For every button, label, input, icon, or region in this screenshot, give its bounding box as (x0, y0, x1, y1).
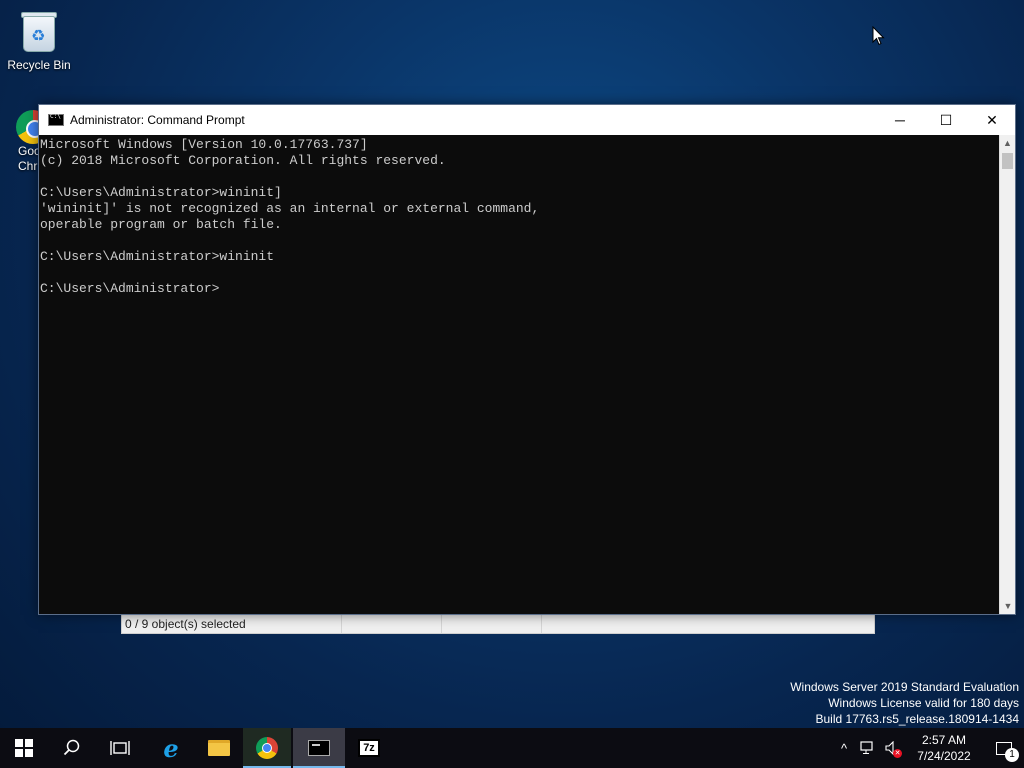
windows-watermark: Windows Server 2019 Standard Evaluation … (790, 679, 1019, 727)
cmd-titlebar[interactable]: Administrator: Command Prompt ─ ☐ ✕ (39, 105, 1015, 135)
folder-icon (208, 740, 230, 756)
network-icon[interactable] (856, 728, 880, 768)
task-view-icon (110, 741, 130, 755)
cmd-app-icon[interactable] (48, 113, 64, 126)
scroll-up-arrow-icon[interactable]: ▲ (1000, 135, 1015, 151)
console-line: C:\Users\Administrator>wininit] (40, 185, 282, 200)
action-center-button[interactable]: 1 (984, 728, 1024, 768)
windows-logo-icon (15, 739, 33, 757)
chrome-icon (16, 110, 40, 144)
clock-date: 7/24/2022 (917, 749, 971, 763)
console-line: C:\Users\Administrator> (40, 281, 220, 296)
console-output[interactable]: Microsoft Windows [Version 10.0.17763.73… (39, 135, 999, 614)
console-line: C:\Users\Administrator>wininit (40, 249, 275, 264)
recycle-bin-desktop-icon[interactable]: ♻ Recycle Bin (1, 8, 77, 72)
show-hidden-icons-chevron-icon[interactable]: ^ (832, 728, 856, 768)
ie-icon: e (163, 733, 179, 763)
start-button[interactable] (0, 728, 48, 768)
search-icon (63, 739, 80, 756)
console-line: Microsoft Windows [Version 10.0.17763.73… (40, 137, 368, 152)
close-button[interactable]: ✕ (969, 105, 1015, 135)
chrome-icon (256, 737, 278, 759)
cmd-window-title: Administrator: Command Prompt (70, 113, 245, 127)
cmd-window[interactable]: Administrator: Command Prompt ─ ☐ ✕ Micr… (38, 104, 1016, 615)
recycle-bin-icon: ♻ (19, 8, 59, 54)
chrome-shortcut-label-1: Goo (18, 144, 40, 158)
explorer-status-bar: 0 / 9 object(s) selected (121, 614, 875, 634)
task-view-button[interactable] (96, 728, 144, 768)
system-tray: ^ ✕ 2:57 AM 7/24/2022 1 (832, 728, 1024, 768)
watermark-edition: Windows Server 2019 Standard Evaluation (790, 680, 1019, 694)
recycle-bin-label: Recycle Bin (7, 58, 71, 72)
taskbar-file-explorer[interactable] (195, 728, 243, 768)
minimize-button[interactable]: ─ (877, 105, 923, 135)
clock-time: 2:57 AM (921, 733, 967, 747)
watermark-build: Build 17763.rs5_release.180914-1434 (815, 712, 1020, 726)
scroll-down-arrow-icon[interactable]: ▼ (1000, 598, 1016, 614)
scrollbar-thumb[interactable] (1002, 153, 1013, 169)
console-scrollbar[interactable]: ▲ ▼ (999, 135, 1015, 614)
watermark-license: Windows License valid for 180 days (828, 696, 1019, 710)
console-line: (c) 2018 Microsoft Corporation. All righ… (40, 153, 446, 168)
selection-count: 0 / 9 object(s) selected (122, 615, 342, 633)
taskbar-7zip[interactable]: 7z (345, 728, 393, 768)
cmd-icon (308, 740, 330, 756)
notification-count-badge: 1 (1005, 748, 1019, 762)
taskbar-clock[interactable]: 2:57 AM 7/24/2022 (904, 732, 984, 764)
search-button[interactable] (48, 728, 96, 768)
taskbar-internet-explorer[interactable]: e (147, 728, 195, 768)
taskbar-command-prompt[interactable] (293, 728, 345, 768)
chrome-desktop-shortcut[interactable]: Goo Chr (0, 110, 40, 174)
taskbar: e 7z ^ ✕ 2:57 AM 7/24/2022 1 (0, 728, 1024, 768)
volume-muted-icon[interactable]: ✕ (880, 728, 904, 768)
maximize-button[interactable]: ☐ (923, 105, 969, 135)
console-line: operable program or batch file. (40, 217, 282, 232)
taskbar-chrome[interactable] (243, 728, 291, 768)
7zip-icon: 7z (358, 739, 380, 757)
chrome-shortcut-label-2: Chr (18, 159, 38, 173)
console-line: 'wininit]' is not recognized as an inter… (40, 201, 540, 216)
